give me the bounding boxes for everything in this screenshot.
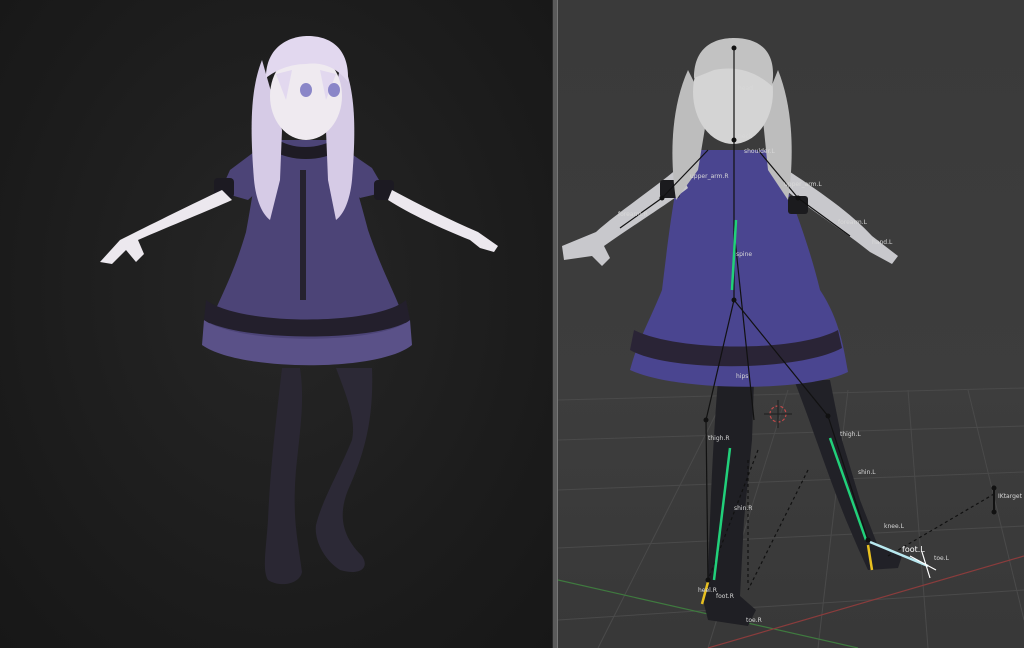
bone-label-thigh-r: thigh.R (708, 435, 730, 442)
bone-label-shin-r: shin.R (734, 505, 752, 512)
bone-label-heel-r: heel.R (698, 587, 717, 594)
bone-label-toe-l: toe.L (934, 555, 950, 562)
bone-label-thigh-l: thigh.L (840, 431, 861, 438)
bone-label-upper-arm-l: upper_arm.L (784, 181, 822, 188)
rigged-character-scene: head neck shoulder.L upper_arm.R forearm… (558, 38, 1024, 648)
bone-label-spine: spine (736, 251, 752, 258)
bone-label-shoulder-l: shoulder.L (744, 148, 775, 155)
rig-viewport[interactable]: head neck shoulder.L upper_arm.R forearm… (558, 0, 1024, 648)
bone-label-upper-arm-r: upper_arm.R (690, 173, 729, 180)
render-viewport[interactable] (0, 0, 552, 648)
x-axis-line (707, 555, 1024, 648)
bone-label-forearm-r: forearm.R (618, 211, 648, 218)
rendered-character (100, 36, 498, 585)
bone-label-foot-l: foot.L (902, 545, 925, 554)
bone-label-shin-l: shin.L (858, 469, 876, 476)
floor-grid (558, 387, 1024, 648)
bone-label-neck: neck (738, 133, 753, 140)
bone-label-toe-r: toe.R (746, 617, 762, 624)
bone-label-knee-l: knee.L (884, 523, 905, 530)
bone-label-forearm-l: forearm.L (838, 219, 868, 226)
bone-label-ik-target: IKtarget (998, 493, 1023, 500)
3d-cursor-icon (764, 400, 792, 428)
bone-label-hand-l: hand.L (872, 239, 893, 246)
bone-label-hips: hips (736, 373, 748, 380)
bone-label-foot-r: foot.R (716, 593, 734, 600)
bone-label-head: head (738, 85, 753, 92)
